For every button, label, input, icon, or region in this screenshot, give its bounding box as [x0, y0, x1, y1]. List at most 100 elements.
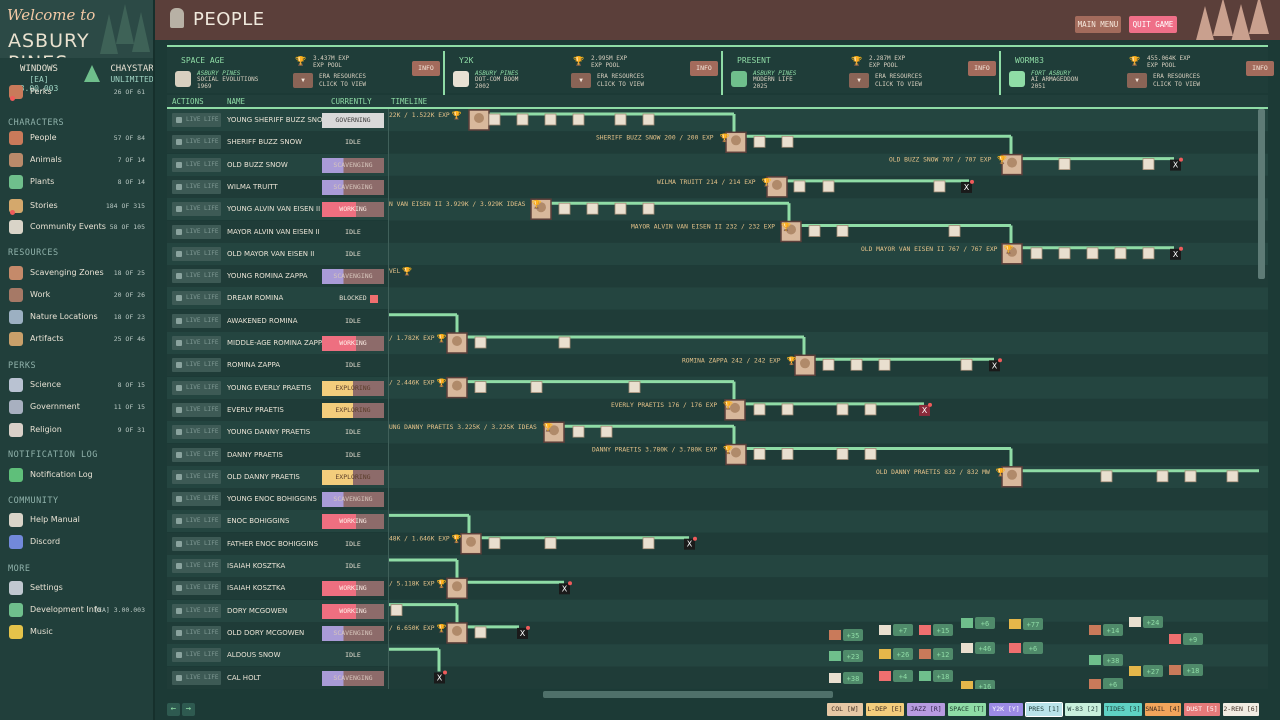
sidebar-item-scavenging-zones[interactable]: Scavenging Zones 18 OF 25: [0, 265, 153, 283]
live-life-button[interactable]: LIVE LIFE: [172, 447, 221, 462]
era-tab-l-dep[interactable]: L-DEP [E]: [866, 703, 904, 716]
era-info-button[interactable]: INFO: [690, 61, 718, 76]
era-info-button[interactable]: INFO: [968, 61, 996, 76]
era-resources-dropdown-icon[interactable]: ▼: [293, 73, 313, 88]
sidebar-item-discord[interactable]: Discord: [0, 534, 153, 552]
live-life-button[interactable]: LIVE LIFE: [172, 648, 221, 663]
event-card: [933, 180, 946, 193]
era-resources-dropdown-icon[interactable]: ▼: [571, 73, 591, 88]
live-life-button[interactable]: LIVE LIFE: [172, 469, 221, 484]
era-resources-link[interactable]: ERA RESOURCES CLICK TO VIEW: [597, 73, 644, 89]
name-column-header: NAME: [227, 97, 246, 106]
era-info-button[interactable]: INFO: [1246, 61, 1274, 76]
live-life-button[interactable]: LIVE LIFE: [172, 113, 221, 127]
sidebar-item-stories[interactable]: Stories 184 OF 315: [0, 198, 153, 216]
status-badge[interactable]: WORKING: [322, 603, 384, 619]
era-resources-dropdown-icon[interactable]: ▼: [849, 73, 869, 88]
live-life-button[interactable]: LIVE LIFE: [172, 603, 221, 618]
status-badge[interactable]: EXPLORING: [322, 402, 384, 418]
live-life-button[interactable]: LIVE LIFE: [172, 246, 221, 261]
live-life-button[interactable]: LIVE LIFE: [172, 402, 221, 417]
discord-icon: [9, 535, 23, 549]
sidebar-item-label: Notification Log: [30, 470, 93, 479]
era-tab-w-83[interactable]: W-83 [2]: [1065, 703, 1101, 716]
sidebar-item-notification-log[interactable]: Notification Log: [0, 467, 153, 485]
live-life-button[interactable]: LIVE LIFE: [172, 358, 221, 373]
era-tab-tides[interactable]: TIDES [3]: [1104, 703, 1142, 716]
scroll-left-button[interactable]: ←: [167, 703, 180, 716]
status-badge[interactable]: SCAVENGING: [322, 269, 384, 285]
live-life-button[interactable]: LIVE LIFE: [172, 559, 221, 573]
quit-game-button[interactable]: QUIT GAME: [1129, 16, 1177, 33]
main-menu-button[interactable]: MAIN MENU: [1075, 16, 1121, 33]
live-life-button[interactable]: LIVE LIFE: [172, 514, 221, 529]
status-badge[interactable]: GOVERNING: [322, 113, 384, 128]
status-badge[interactable]: BLOCKED: [322, 291, 384, 306]
timeline-row-band: [389, 242, 1268, 266]
status-badge[interactable]: SCAVENGING: [322, 157, 384, 173]
table-row: LIVE LIFE DREAM ROMINA BLOCKED: [167, 287, 389, 310]
live-life-button[interactable]: LIVE LIFE: [172, 313, 221, 328]
era-tab-col[interactable]: COL [W]: [827, 703, 863, 716]
era-resources-link[interactable]: ERA RESOURCES CLICK TO VIEW: [875, 73, 922, 89]
status-badge[interactable]: WORKING: [322, 202, 384, 218]
era-tab-space[interactable]: SPACE [T]: [948, 703, 986, 716]
event-card: [600, 425, 613, 438]
status-badge[interactable]: EXPLORING: [322, 380, 384, 396]
sidebar-item-development-info[interactable]: Development Info [EA] 3.00.003: [0, 602, 153, 620]
sidebar-item-music[interactable]: Music: [0, 624, 153, 642]
status-badge: IDLE: [345, 539, 361, 548]
live-life-button[interactable]: LIVE LIFE: [172, 670, 221, 685]
status-badge[interactable]: SCAVENGING: [322, 492, 384, 508]
status-badge[interactable]: EXPLORING: [322, 469, 384, 485]
sidebar-item-perks[interactable]: Perks 26 OF 61: [0, 84, 153, 102]
live-life-button[interactable]: LIVE LIFE: [172, 581, 221, 596]
sidebar-item-community-events[interactable]: Community Events 58 OF 105: [0, 219, 153, 237]
era-resources-link[interactable]: ERA RESOURCES CLICK TO VIEW: [1153, 73, 1200, 89]
status-badge[interactable]: WORKING: [322, 514, 384, 530]
sidebar-item-people[interactable]: People 57 OF 84: [0, 130, 153, 148]
live-life-button[interactable]: LIVE LIFE: [172, 425, 221, 440]
live-life-button[interactable]: LIVE LIFE: [172, 135, 221, 150]
sidebar-item-artifacts[interactable]: Artifacts 25 OF 46: [0, 331, 153, 349]
live-life-button[interactable]: LIVE LIFE: [172, 179, 221, 194]
horizontal-scrollbar[interactable]: [543, 691, 833, 698]
era-tab-dust[interactable]: DUST [5]: [1184, 703, 1220, 716]
era-resources-dropdown-icon[interactable]: ▼: [1127, 73, 1147, 88]
era-tab-2-ren[interactable]: 2-REN [6]: [1223, 703, 1259, 716]
sidebar-item-religion[interactable]: Religion 9 OF 31: [0, 422, 153, 440]
live-life-button[interactable]: LIVE LIFE: [172, 492, 221, 507]
live-life-button[interactable]: LIVE LIFE: [172, 269, 221, 284]
live-life-button[interactable]: LIVE LIFE: [172, 157, 221, 172]
status-badge[interactable]: SCAVENGING: [322, 670, 384, 686]
sidebar-item-help-manual[interactable]: Help Manual: [0, 512, 153, 530]
live-life-button[interactable]: LIVE LIFE: [172, 202, 221, 217]
sidebar-item-settings[interactable]: Settings: [0, 580, 153, 598]
status-badge[interactable]: WORKING: [322, 336, 384, 351]
live-life-button[interactable]: LIVE LIFE: [172, 380, 221, 395]
era-resources-link[interactable]: ERA RESOURCES CLICK TO VIEW: [319, 73, 366, 89]
sidebar-item-science[interactable]: Science 8 OF 15: [0, 377, 153, 395]
sidebar-item-government[interactable]: Government 11 OF 15: [0, 399, 153, 417]
death-marker-x: X: [562, 584, 568, 593]
sidebar-item-work[interactable]: Work 20 OF 26: [0, 287, 153, 305]
live-life-button[interactable]: LIVE LIFE: [172, 224, 221, 239]
live-life-button[interactable]: LIVE LIFE: [172, 291, 221, 306]
era-tab-jazz[interactable]: JAZZ [R]: [907, 703, 945, 716]
sidebar-item-nature-locations[interactable]: Nature Locations 18 OF 23: [0, 309, 153, 327]
live-life-button[interactable]: LIVE LIFE: [172, 536, 221, 551]
sidebar-item-animals[interactable]: Animals 7 OF 14: [0, 152, 153, 170]
era-tab-pres[interactable]: PRES [1]: [1025, 702, 1063, 717]
live-life-button[interactable]: LIVE LIFE: [172, 625, 221, 640]
status-badge[interactable]: WORKING: [322, 581, 384, 597]
person-name: OLD BUZZ SNOW: [227, 160, 288, 169]
scroll-right-button[interactable]: →: [182, 703, 195, 716]
era-tab-snail[interactable]: SNAIL [4]: [1145, 703, 1181, 716]
era-info-button[interactable]: INFO: [412, 61, 440, 76]
status-badge[interactable]: SCAVENGING: [322, 625, 384, 641]
vertical-scrollbar[interactable]: [1258, 109, 1265, 279]
live-life-button[interactable]: LIVE LIFE: [172, 336, 221, 350]
sidebar-item-plants[interactable]: Plants 8 OF 14: [0, 174, 153, 192]
status-badge[interactable]: SCAVENGING: [322, 179, 384, 195]
era-tab-y2k[interactable]: Y2K [Y]: [989, 703, 1023, 716]
